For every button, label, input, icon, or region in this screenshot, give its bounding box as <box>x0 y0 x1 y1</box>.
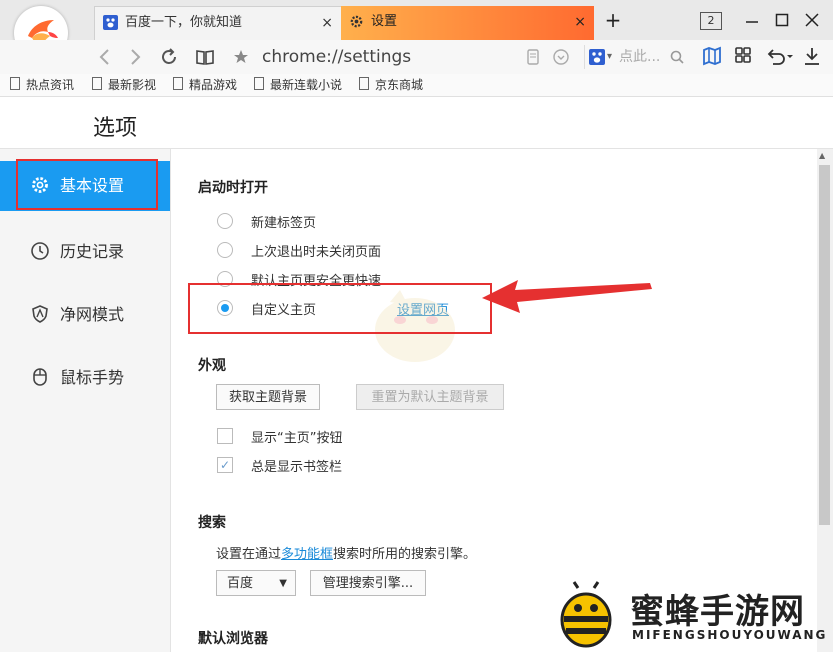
checkbox-label: 总是显示书签栏 <box>251 460 343 475</box>
show-home-checkbox[interactable] <box>217 428 233 444</box>
shield-icon <box>32 305 48 323</box>
get-theme-button[interactable]: 获取主题背景 <box>216 384 320 410</box>
radio-new-tab[interactable] <box>217 213 233 229</box>
search-placeholder: 点此... <box>619 49 661 65</box>
bookmark-item[interactable]: 最新连载小说 <box>254 76 342 94</box>
radio-label: 上次退出时未关闭页面 <box>251 245 382 260</box>
undo-close-tab-icon[interactable] <box>762 45 796 69</box>
tab-baidu[interactable]: 百度一下，你就知道 × <box>94 6 342 40</box>
minimize-button[interactable] <box>740 8 764 32</box>
tab-settings[interactable]: 设置 × <box>341 6 594 40</box>
reload-button[interactable] <box>156 44 182 70</box>
sidebar-item-clean-mode[interactable]: 净网模式 <box>0 290 170 340</box>
bookmark-item[interactable]: 精品游戏 <box>173 76 237 94</box>
page-shield-icon[interactable] <box>522 46 544 68</box>
sidebar-item-label: 历史记录 <box>60 242 125 261</box>
omnibox-link[interactable]: 多功能框 <box>281 547 333 562</box>
radio-label: 新建标签页 <box>251 216 317 231</box>
tab-label: 百度一下，你就知道 <box>125 15 243 30</box>
section-heading-startup: 启动时打开 <box>198 180 268 196</box>
download-icon[interactable] <box>800 45 824 69</box>
scroll-up-arrow-icon[interactable]: ▲ <box>819 151 825 160</box>
tab-count-badge[interactable]: 2 <box>700 12 722 30</box>
baidu-paw-icon <box>589 49 605 65</box>
sidebar-item-label: 净网模式 <box>60 305 125 324</box>
maximize-button[interactable] <box>770 8 794 32</box>
bookmark-star-icon[interactable] <box>232 46 252 68</box>
watermark-subtitle: MIFENGSHOUYOUWANG <box>632 628 828 642</box>
manage-search-engines-button[interactable]: 管理搜索引擎... <box>310 570 426 596</box>
section-heading-default-browser: 默认浏览器 <box>198 631 268 647</box>
radio-restore-pages[interactable] <box>217 242 233 258</box>
bookmark-item[interactable]: 最新影视 <box>92 76 156 94</box>
page-icon <box>254 77 264 90</box>
tab-label: 设置 <box>371 14 398 29</box>
checkbox-label: 显示“主页”按钮 <box>251 431 343 446</box>
sidebar-item-mouse-gestures[interactable]: 鼠标手势 <box>0 353 170 403</box>
bee-logo-icon <box>560 581 612 648</box>
reader-mode-icon[interactable] <box>192 44 218 70</box>
section-heading-search: 搜索 <box>198 515 226 531</box>
mouse-icon <box>33 368 47 386</box>
chevron-down-icon: ▾ <box>607 51 613 62</box>
tab-close-button[interactable]: × <box>574 6 586 38</box>
scrollbar-thumb[interactable] <box>819 165 830 525</box>
page-icon <box>10 77 20 90</box>
clock-icon <box>31 242 49 260</box>
show-bookmarks-checkbox[interactable]: ✓ <box>217 457 233 473</box>
page-title: 选项 <box>93 116 138 141</box>
close-window-button[interactable] <box>800 8 824 32</box>
sidebar-item-history[interactable]: 历史记录 <box>0 227 170 277</box>
tab-close-button[interactable]: × <box>321 7 333 39</box>
map-icon[interactable] <box>700 45 724 69</box>
back-button[interactable] <box>92 44 118 70</box>
search-box[interactable]: ▾ 点此... <box>584 45 690 69</box>
forward-button[interactable] <box>122 44 148 70</box>
annotation-highlight-box <box>188 283 492 334</box>
sidebar-item-label: 鼠标手势 <box>60 368 125 387</box>
page-icon <box>359 77 369 90</box>
watermark-brand: 蜜蜂手游网 <box>630 592 805 632</box>
reset-theme-button[interactable]: 重置为默认主题背景 <box>356 384 504 410</box>
gear-icon <box>350 15 363 28</box>
page-icon <box>92 77 102 90</box>
apps-grid-icon[interactable] <box>731 45 755 69</box>
page-icon <box>173 77 183 90</box>
new-tab-button[interactable]: + <box>601 8 625 32</box>
search-description: 设置在通过多功能框搜索时所用的搜索引擎。 <box>216 547 477 562</box>
bookmark-item[interactable]: 热点资讯 <box>10 76 74 94</box>
annotation-arrow-icon <box>482 280 652 313</box>
bookmark-item[interactable]: 京东商城 <box>359 76 423 94</box>
search-engine-select[interactable]: 百度 ▼ <box>216 570 296 596</box>
chevron-down-icon: ▼ <box>279 578 287 589</box>
search-icon[interactable] <box>669 49 685 65</box>
baidu-paw-icon <box>103 15 118 30</box>
annotation-highlight-box <box>16 159 158 210</box>
section-heading-appearance: 外观 <box>198 358 226 374</box>
dropdown-circle-icon[interactable] <box>550 46 572 68</box>
